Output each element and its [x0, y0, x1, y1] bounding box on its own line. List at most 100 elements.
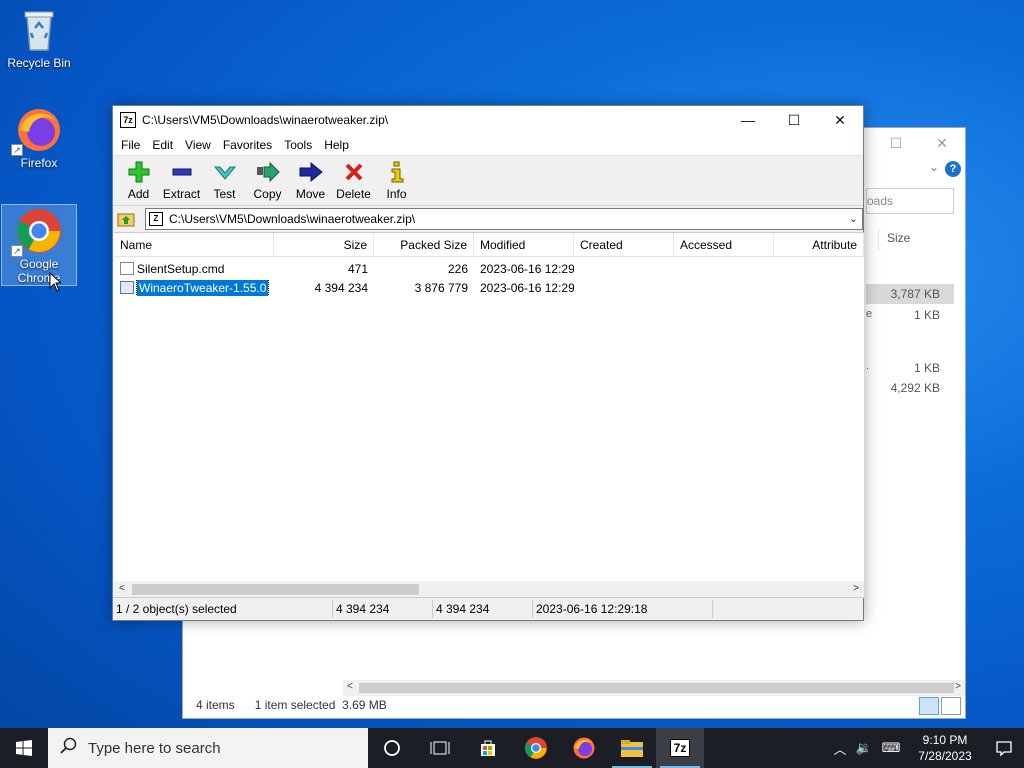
- cmd-file-icon: [120, 262, 134, 275]
- scroll-right-icon[interactable]: >: [955, 681, 961, 692]
- scroll-left-icon[interactable]: <: [119, 583, 125, 594]
- file-modified: 2023-06-16 12:29: [480, 280, 574, 295]
- address-bar: Z C:\Users\VM5\Downloads\winaerotweaker.…: [113, 206, 863, 232]
- task-view-icon[interactable]: [416, 728, 464, 768]
- store-icon[interactable]: [464, 728, 512, 768]
- menu-view[interactable]: View: [179, 138, 217, 152]
- show-hidden-icons-icon[interactable]: ︿: [828, 739, 852, 758]
- column-header-created[interactable]: Created: [574, 233, 674, 256]
- archive-icon: Z: [149, 212, 163, 226]
- path-input[interactable]: Z C:\Users\VM5\Downloads\winaerotweaker.…: [145, 208, 863, 230]
- 7zip-window[interactable]: 7z C:\Users\VM5\Downloads\winaerotweaker…: [112, 105, 864, 621]
- minimize-button[interactable]: —: [725, 106, 771, 134]
- menu-bar: File Edit View Favorites Tools Help: [113, 134, 863, 156]
- chevron-down-icon[interactable]: ⌄: [929, 160, 939, 174]
- taskbar: Type here to search 7z ︿ 🔉 ⌨ 9:10 PM 7/2…: [0, 728, 1024, 768]
- list-item[interactable]: 3,787 KB: [866, 284, 954, 304]
- keyboard-icon[interactable]: ⌨: [876, 740, 906, 756]
- chrome-icon[interactable]: [512, 728, 560, 768]
- firefox-icon[interactable]: [560, 728, 608, 768]
- column-header-packed-size[interactable]: Packed Size: [374, 233, 474, 256]
- file-explorer-icon[interactable]: [608, 728, 656, 768]
- large-icons-view-icon[interactable]: [941, 697, 961, 715]
- 7zip-app-icon: 7z: [120, 112, 136, 128]
- move-label: Move: [295, 187, 326, 201]
- maximize-button[interactable]: ☐: [771, 106, 817, 134]
- scroll-left-icon[interactable]: <: [347, 681, 353, 692]
- test-button[interactable]: Test: [203, 160, 246, 201]
- notification-center-icon[interactable]: [984, 739, 1024, 757]
- delete-label: Delete: [336, 187, 371, 201]
- table-row[interactable]: SilentSetup.cmd 471 226 2023-06-16 12:29: [114, 259, 864, 278]
- column-header-accessed[interactable]: Accessed: [674, 233, 774, 256]
- add-label: Add: [127, 187, 150, 201]
- scrollbar-thumb[interactable]: [132, 584, 419, 595]
- status-packed: 4 394 234: [433, 600, 533, 618]
- title-bar[interactable]: 7z C:\Users\VM5\Downloads\winaerotweaker…: [113, 106, 863, 134]
- up-folder-icon[interactable]: [117, 210, 135, 228]
- table-row-selected[interactable]: WinaeroTweaker-1.55.0.... 4 394 234 3 87…: [114, 278, 864, 297]
- start-button[interactable]: [0, 728, 48, 768]
- status-modified: 2023-06-16 12:29:18: [533, 600, 713, 618]
- list-item[interactable]: 4,292 KB: [866, 378, 954, 398]
- list-item[interactable]: 1 KB: [866, 358, 954, 378]
- column-header-attributes[interactable]: Attribute: [774, 233, 864, 256]
- horizontal-scrollbar[interactable]: < >: [114, 581, 864, 598]
- file-size: 4 394 234: [314, 280, 368, 295]
- shortcut-arrow-icon: ↗: [11, 144, 23, 156]
- taskbar-search-box[interactable]: Type here to search: [48, 728, 368, 768]
- status-bar: 4 items 1 item selected 3.69 MB: [183, 692, 965, 718]
- desktop-icon-recycle-bin[interactable]: Recycle Bin: [1, 6, 77, 70]
- firefox-icon: ↗: [11, 106, 63, 156]
- desktop-icon-chrome[interactable]: ↗ Google Chrome: [1, 204, 77, 286]
- help-icon[interactable]: ?: [945, 161, 961, 177]
- desktop-icon-firefox[interactable]: ↗ Firefox: [1, 106, 77, 170]
- menu-favorites[interactable]: Favorites: [217, 138, 278, 152]
- clock[interactable]: 9:10 PM 7/28/2023: [906, 732, 984, 764]
- delete-button[interactable]: Delete: [332, 160, 375, 201]
- file-packed-size: 226: [447, 261, 468, 276]
- menu-edit[interactable]: Edit: [146, 138, 179, 152]
- status-size: 4 394 234: [333, 600, 433, 618]
- column-header-modified[interactable]: Modified: [474, 233, 574, 256]
- file-list[interactable]: Name Size Packed Size Modified Created A…: [114, 232, 864, 598]
- menu-tools[interactable]: Tools: [278, 138, 318, 152]
- close-button[interactable]: ✕: [817, 106, 863, 134]
- info-button[interactable]: Info: [375, 160, 418, 201]
- move-button[interactable]: Move: [289, 160, 332, 201]
- file-name: WinaeroTweaker-1.55.0....: [136, 279, 269, 296]
- list-item[interactable]: 1 KB: [866, 305, 954, 325]
- add-icon: [127, 160, 151, 184]
- 7zip-icon[interactable]: 7z: [656, 728, 704, 768]
- chrome-icon: ↗: [11, 207, 63, 257]
- search-box[interactable]: oads: [866, 188, 954, 214]
- copy-button[interactable]: Copy: [246, 160, 289, 201]
- file-size: 471: [347, 261, 368, 276]
- search-placeholder: Type here to search: [88, 739, 221, 757]
- extract-button[interactable]: Extract: [160, 160, 203, 201]
- windows-logo-icon: [16, 740, 32, 756]
- menu-help[interactable]: Help: [318, 138, 355, 152]
- close-icon[interactable]: ✕: [919, 128, 965, 158]
- copy-icon: [256, 160, 280, 184]
- copy-label: Copy: [253, 187, 282, 201]
- menu-file[interactable]: File: [115, 138, 146, 152]
- column-header-name[interactable]: Name: [114, 233, 274, 256]
- volume-icon[interactable]: 🔉: [852, 740, 876, 756]
- file-modified: 2023-06-16 12:29: [480, 261, 574, 276]
- search-icon: [60, 737, 78, 759]
- chevron-down-icon[interactable]: ⌄: [849, 212, 858, 225]
- shortcut-arrow-icon: ↗: [11, 245, 23, 257]
- details-view-icon[interactable]: [919, 697, 939, 715]
- 7zip-taskbar-label: 7z: [669, 739, 691, 757]
- cortana-icon[interactable]: [368, 728, 416, 768]
- column-header-size[interactable]: Size: [274, 233, 374, 256]
- add-button[interactable]: Add: [117, 160, 160, 201]
- extract-label: Extract: [162, 187, 201, 201]
- scroll-right-icon[interactable]: >: [853, 583, 859, 594]
- column-header-size[interactable]: Size: [878, 228, 958, 250]
- maximize-icon[interactable]: ☐: [873, 128, 919, 158]
- extract-icon: [170, 160, 194, 184]
- recycle-bin-label: Recycle Bin: [7, 56, 71, 70]
- status-selection: 1 item selected 3.69 MB: [254, 698, 387, 712]
